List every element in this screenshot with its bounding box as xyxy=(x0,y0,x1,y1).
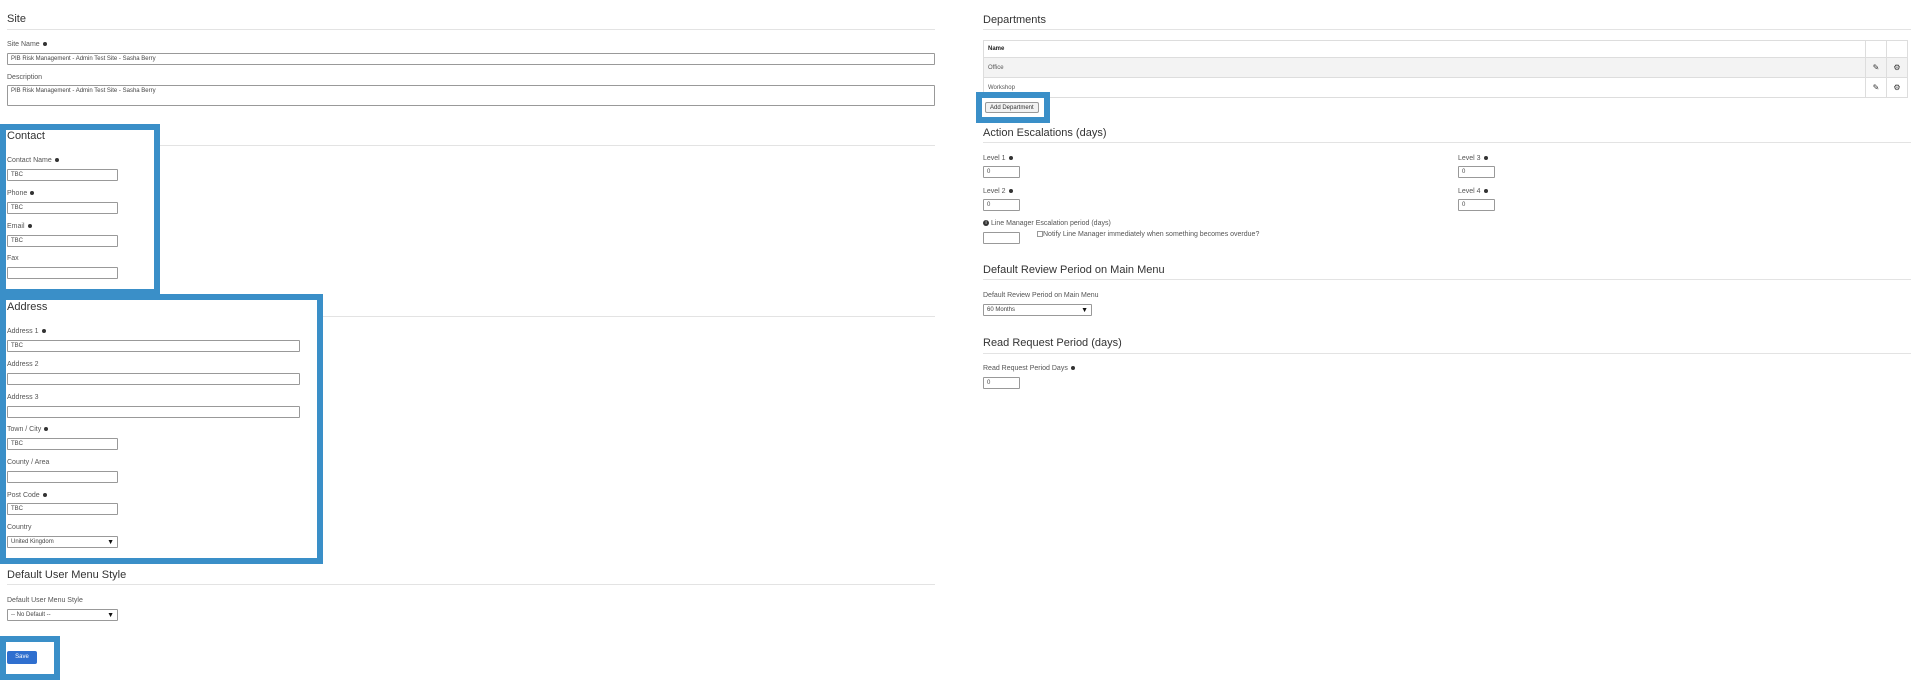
menu-style-heading: Default User Menu Style xyxy=(7,569,127,581)
description-label: Description xyxy=(7,74,43,81)
site-name-input[interactable]: PIB Risk Management - Admin Test Site - … xyxy=(7,53,935,65)
site-heading: Site xyxy=(7,13,26,25)
caret-down-icon: ▼ xyxy=(1081,307,1088,314)
address3-input[interactable] xyxy=(7,406,300,418)
level4-input[interactable]: 0 xyxy=(1458,199,1495,211)
county-label: County / Area xyxy=(7,459,50,466)
gear-icon[interactable]: ⚙ xyxy=(1893,83,1900,92)
address2-label: Address 2 xyxy=(7,361,39,368)
required-dot-icon xyxy=(1483,156,1488,161)
county-input[interactable] xyxy=(7,471,118,483)
review-label: Default Review Period on Main Menu xyxy=(983,292,1099,299)
required-dot-icon xyxy=(1070,366,1075,371)
postcode-input[interactable]: TBC xyxy=(7,503,118,515)
level1-input[interactable]: 0 xyxy=(983,166,1020,178)
department-name: Office xyxy=(983,57,1866,78)
level3-input[interactable]: 0 xyxy=(1458,166,1495,178)
email-input[interactable]: TBC xyxy=(7,235,118,247)
departments-table-header: Name xyxy=(983,40,1908,58)
required-dot-icon xyxy=(42,493,47,498)
contact-name-label: Contact Name xyxy=(7,157,59,164)
info-icon: i xyxy=(983,220,989,227)
pencil-icon[interactable]: ✎ xyxy=(1873,83,1880,92)
caret-down-icon: ▼ xyxy=(107,539,114,546)
departments-heading: Departments xyxy=(983,14,1046,26)
table-row: Workshop ✎ ⚙ xyxy=(983,77,1908,98)
escalations-divider xyxy=(983,142,1911,143)
required-dot-icon xyxy=(30,191,35,196)
save-button[interactable]: Save xyxy=(7,651,37,664)
read-request-input[interactable]: 0 xyxy=(983,377,1020,389)
site-divider xyxy=(7,29,935,30)
country-label: Country xyxy=(7,524,32,531)
review-period-value: 60 Months xyxy=(987,307,1016,313)
read-request-label: Read Request Period Days xyxy=(983,365,1075,372)
address2-input[interactable] xyxy=(7,373,300,385)
phone-label: Phone xyxy=(7,190,35,197)
level2-input[interactable]: 0 xyxy=(983,199,1020,211)
address3-label: Address 3 xyxy=(7,394,39,401)
menu-style-label: Default User Menu Style xyxy=(7,597,83,604)
required-dot-icon xyxy=(44,427,49,432)
required-dot-icon xyxy=(27,224,32,229)
email-label: Email xyxy=(7,223,32,230)
department-name: Workshop xyxy=(983,77,1866,98)
departments-table: Name Office ✎ ⚙ Workshop ✎ ⚙ xyxy=(983,40,1908,98)
description-text: PIB Risk Management - Admin Test Site - … xyxy=(11,88,156,94)
town-input[interactable]: TBC xyxy=(7,438,118,450)
read-request-divider xyxy=(983,353,1911,354)
required-dot-icon xyxy=(54,158,59,163)
menu-style-select[interactable]: -- No Default -- ▼ xyxy=(7,609,118,621)
required-dot-icon xyxy=(1008,156,1013,161)
read-request-heading: Read Request Period (days) xyxy=(983,337,1122,349)
phone-input[interactable]: TBC xyxy=(7,202,118,214)
review-divider xyxy=(983,279,1911,280)
notify-label: Notify Line Manager immediately when som… xyxy=(1043,231,1260,238)
address-heading: Address xyxy=(7,301,48,313)
description-textarea[interactable]: PIB Risk Management - Admin Test Site - … xyxy=(7,85,935,106)
level2-label: Level 2 xyxy=(983,188,1013,195)
required-dot-icon xyxy=(41,329,46,334)
fax-label: Fax xyxy=(7,255,19,262)
fax-input[interactable] xyxy=(7,267,118,279)
level3-label: Level 3 xyxy=(1458,155,1488,162)
address1-input[interactable]: TBC xyxy=(7,340,300,352)
table-row: Office ✎ ⚙ xyxy=(983,57,1908,78)
contact-name-input[interactable]: TBC xyxy=(7,169,118,181)
line-manager-label: i Line Manager Escalation period (days) xyxy=(983,220,1111,227)
menu-style-divider xyxy=(7,584,935,585)
escalations-heading: Action Escalations (days) xyxy=(983,127,1107,139)
address-highlight-box xyxy=(0,294,323,564)
column-header-name: Name xyxy=(983,40,1866,58)
review-heading: Default Review Period on Main Menu xyxy=(983,264,1165,276)
site-name-label: Site Name xyxy=(7,41,47,48)
pencil-icon[interactable]: ✎ xyxy=(1873,63,1880,72)
menu-style-select-value: -- No Default -- xyxy=(11,612,51,618)
departments-divider xyxy=(983,29,1911,30)
country-select[interactable]: United Kingdom ▼ xyxy=(7,536,118,548)
postcode-label: Post Code xyxy=(7,492,47,499)
add-department-button[interactable]: Add Department xyxy=(985,102,1039,113)
required-dot-icon xyxy=(1008,189,1013,194)
review-period-select[interactable]: 60 Months ▼ xyxy=(983,304,1092,316)
town-label: Town / City xyxy=(7,426,49,433)
notify-line-manager-option: Notify Line Manager immediately when som… xyxy=(1037,231,1259,238)
level4-label: Level 4 xyxy=(1458,188,1488,195)
contact-divider xyxy=(160,145,935,146)
contact-heading: Contact xyxy=(7,130,45,142)
country-select-value: United Kingdom xyxy=(11,539,54,545)
required-dot-icon xyxy=(1483,189,1488,194)
required-dot-icon xyxy=(42,42,47,47)
address1-label: Address 1 xyxy=(7,328,46,335)
address-divider xyxy=(323,316,935,317)
level1-label: Level 1 xyxy=(983,155,1013,162)
caret-down-icon: ▼ xyxy=(107,612,114,619)
line-manager-input[interactable] xyxy=(983,232,1020,244)
line-manager-label-text: Line Manager Escalation period (days) xyxy=(990,220,1111,227)
gear-icon[interactable]: ⚙ xyxy=(1893,63,1900,72)
